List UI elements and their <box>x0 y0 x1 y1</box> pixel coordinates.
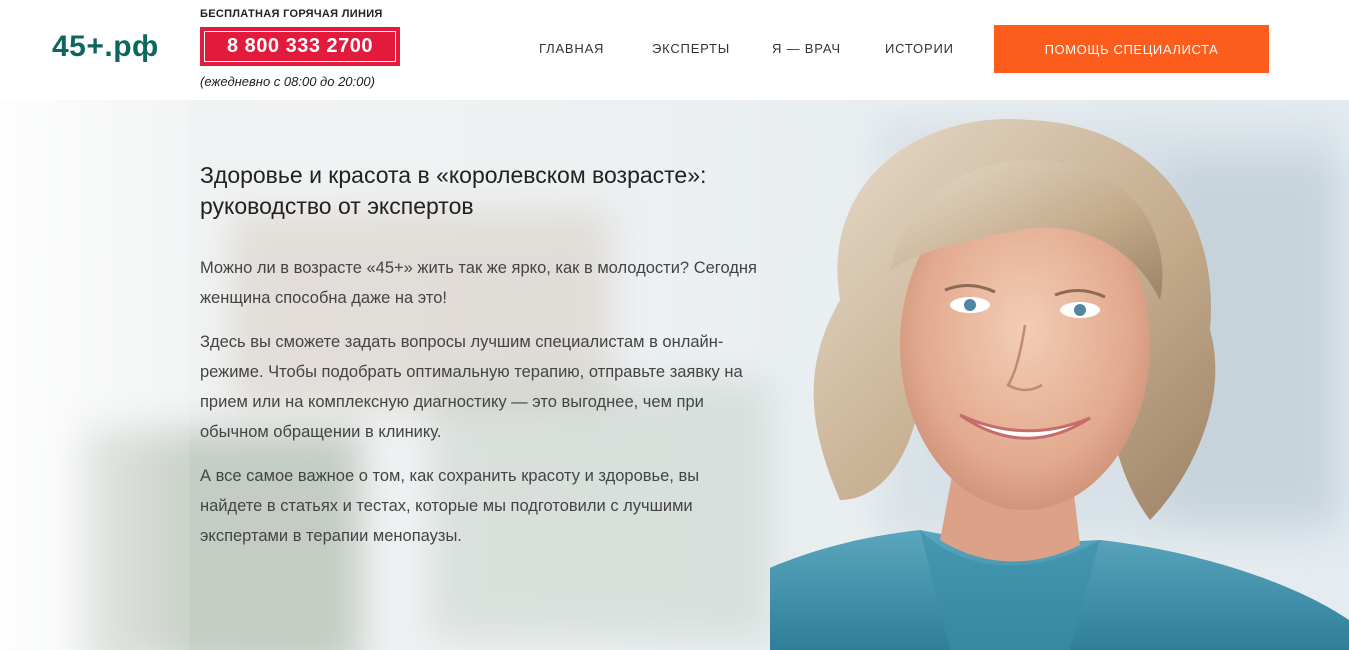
curtain-overlay <box>0 100 190 650</box>
hero-paragraph: А все самое важное о том, как сохранить … <box>200 467 700 545</box>
hero-paragraph: Здесь вы сможете задать вопросы лучшим с… <box>200 333 743 441</box>
hotline-phone-button[interactable]: 8 800 333 2700 <box>200 27 400 66</box>
nav-item-home[interactable]: ГЛАВНАЯ <box>539 41 604 56</box>
hero-title-line2: руководство от экспертов <box>200 193 474 219</box>
hotline-hours: (ежедневно с 08:00 до 20:00) <box>200 74 375 89</box>
nav-item-experts[interactable]: ЭКСПЕРТЫ <box>652 41 730 56</box>
hero-title-line1: Здоровье и красота в «королевском возрас… <box>200 162 707 188</box>
site-header: 45+.рф БЕСПЛАТНАЯ ГОРЯЧАЯ ЛИНИЯ 8 800 33… <box>0 0 1349 100</box>
site-logo[interactable]: 45+.рф <box>52 30 159 64</box>
specialist-help-button[interactable]: ПОМОЩЬ СПЕЦИАЛИСТА <box>994 25 1269 73</box>
smiling-woman-photo <box>770 119 1349 650</box>
hero-content: Здоровье и красота в «королевском возрас… <box>200 160 760 551</box>
hotline-label: БЕСПЛАТНАЯ ГОРЯЧАЯ ЛИНИЯ <box>200 8 383 20</box>
hero-paragraph: Можно ли в возрасте «45+» жить так же яр… <box>200 259 757 307</box>
nav-item-stories[interactable]: ИСТОРИИ <box>885 41 954 56</box>
nav-item-doctor[interactable]: Я — ВРАЧ <box>772 41 841 56</box>
hero-section: Здоровье и красота в «королевском возрас… <box>0 100 1349 650</box>
hero-title: Здоровье и красота в «королевском возрас… <box>200 160 760 222</box>
